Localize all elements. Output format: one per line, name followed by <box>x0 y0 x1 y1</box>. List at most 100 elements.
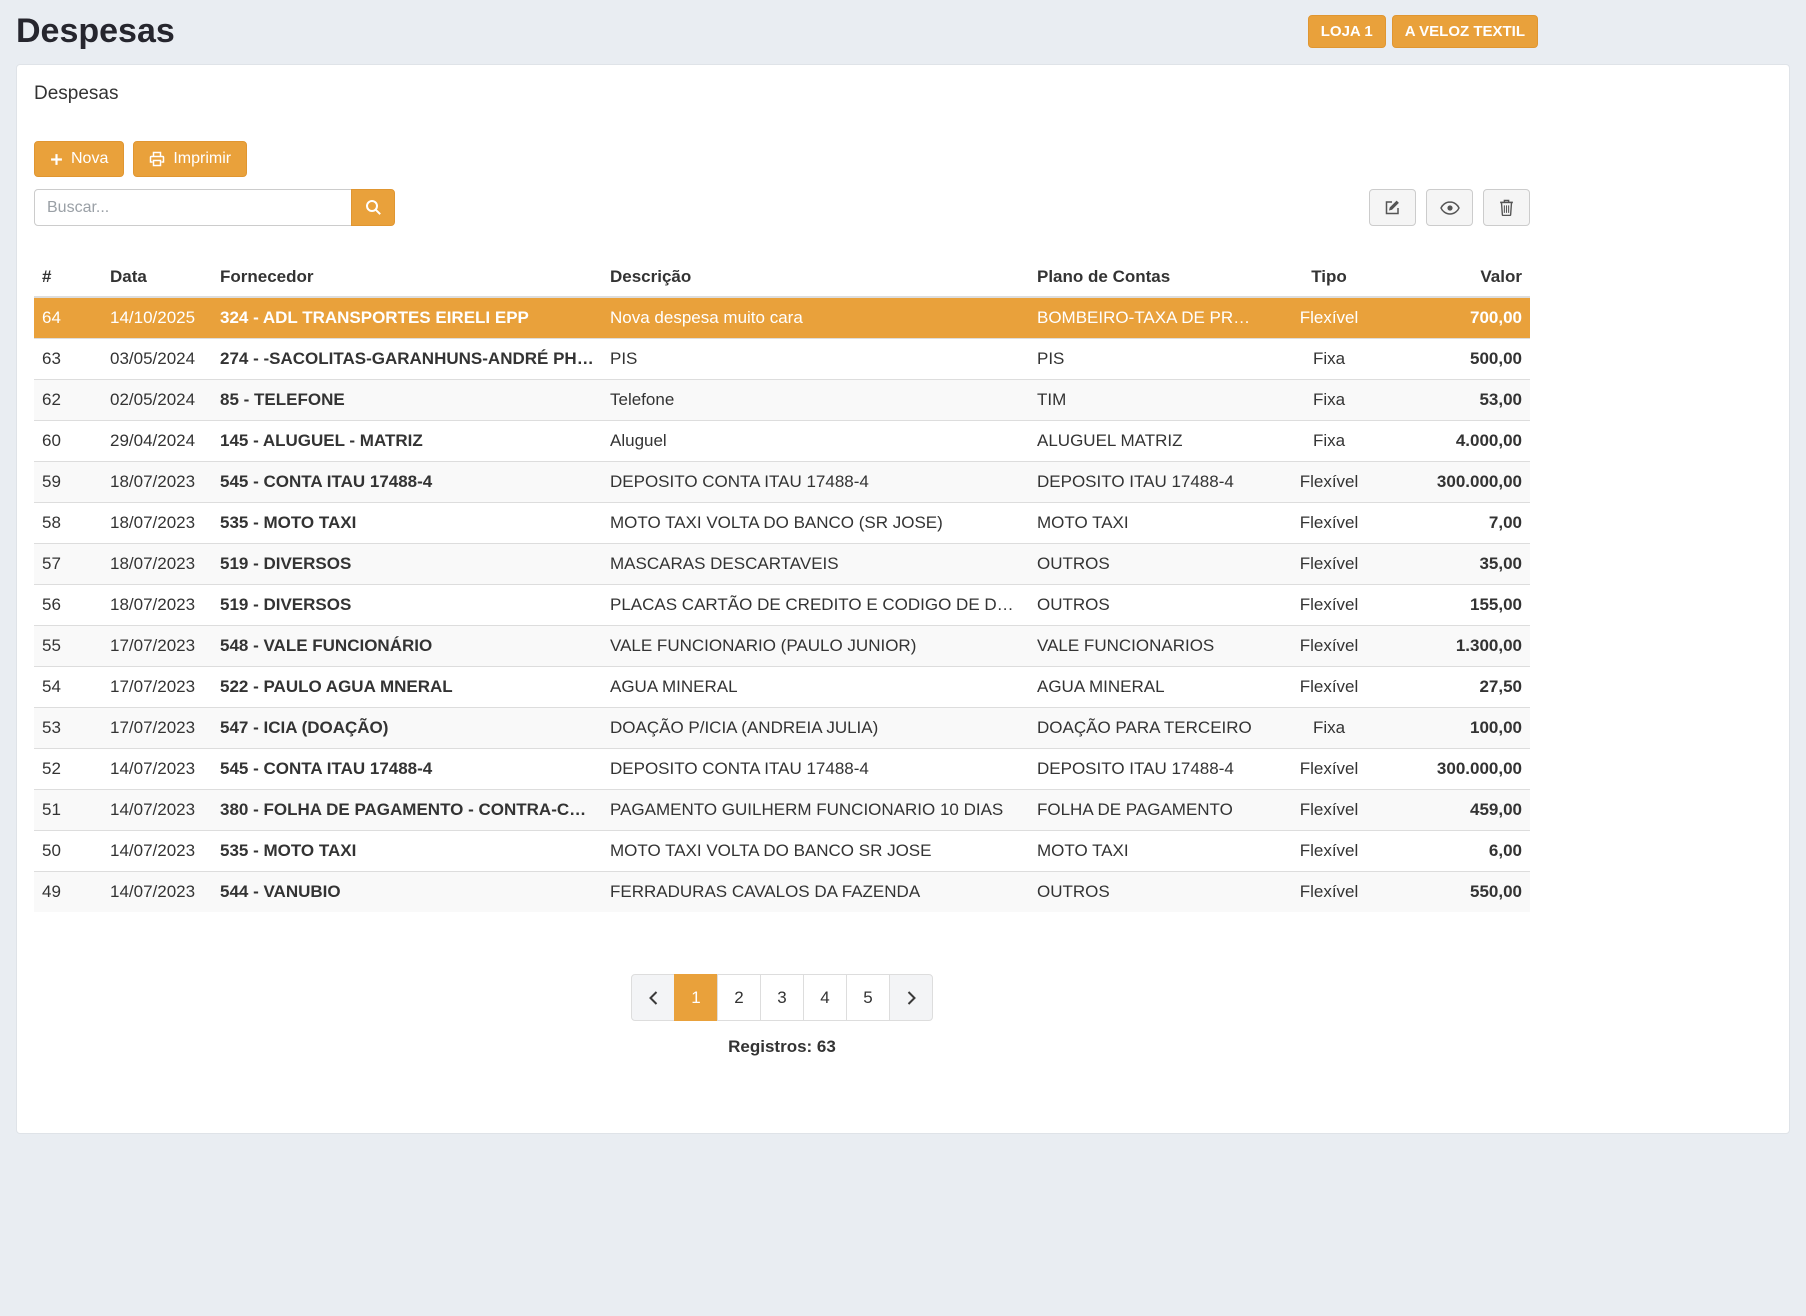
cell-id: 53 <box>34 708 102 749</box>
cell-descricao: DEPOSITO CONTA ITAU 17488-4 <box>602 462 1029 503</box>
cell-tipo: Flexível <box>1269 626 1389 667</box>
cell-fornecedor: 545 - CONTA ITAU 17488-4 <box>212 462 602 503</box>
table-row[interactable]: 54 17/07/2023 522 - PAULO AGUA MNERAL AG… <box>34 667 1530 708</box>
card-title: Despesas <box>34 83 1772 105</box>
table-row[interactable]: 56 18/07/2023 519 - DIVERSOS PLACAS CART… <box>34 585 1530 626</box>
cell-valor: 35,00 <box>1389 544 1530 585</box>
cell-fornecedor: 145 - ALUGUEL - MATRIZ <box>212 421 602 462</box>
table-body: 64 14/10/2025 324 - ADL TRANSPORTES EIRE… <box>34 297 1530 912</box>
store-button-loja1[interactable]: LOJA 1 <box>1308 15 1386 48</box>
pagination-page-3[interactable]: 3 <box>760 974 804 1021</box>
cell-plano: VALE FUNCIONARIOS <box>1029 626 1269 667</box>
cell-valor: 500,00 <box>1389 339 1530 380</box>
cell-data: 14/07/2023 <box>102 831 212 872</box>
pagination-page-2[interactable]: 2 <box>717 974 761 1021</box>
cell-descricao: AGUA MINERAL <box>602 667 1029 708</box>
table-row[interactable]: 52 14/07/2023 545 - CONTA ITAU 17488-4 D… <box>34 749 1530 790</box>
cell-id: 63 <box>34 339 102 380</box>
table-row[interactable]: 60 29/04/2024 145 - ALUGUEL - MATRIZ Alu… <box>34 421 1530 462</box>
cell-descricao: Aluguel <box>602 421 1029 462</box>
nova-button-label: Nova <box>71 150 108 168</box>
cell-data: 14/07/2023 <box>102 872 212 913</box>
cell-fornecedor: 380 - FOLHA DE PAGAMENTO - CONTRA-CH… <box>212 790 602 831</box>
cell-plano: FOLHA DE PAGAMENTO <box>1029 790 1269 831</box>
cell-id: 54 <box>34 667 102 708</box>
table-row[interactable]: 49 14/07/2023 544 - VANUBIO FERRADURAS C… <box>34 872 1530 913</box>
store-buttons: LOJA 1 A VELOZ TEXTIL <box>1308 15 1538 48</box>
despesas-card: Despesas Nova Imprimir <box>16 64 1790 1134</box>
cell-data: 03/05/2024 <box>102 339 212 380</box>
table-row[interactable]: 62 02/05/2024 85 - TELEFONE Telefone TIM… <box>34 380 1530 421</box>
pagination-prev-button[interactable] <box>631 974 675 1021</box>
cell-valor: 300.000,00 <box>1389 462 1530 503</box>
table-row[interactable]: 59 18/07/2023 545 - CONTA ITAU 17488-4 D… <box>34 462 1530 503</box>
search-row <box>34 189 1530 226</box>
top-header: Despesas LOJA 1 A VELOZ TEXTIL <box>16 12 1538 51</box>
table-row[interactable]: 58 18/07/2023 535 - MOTO TAXI MOTO TAXI … <box>34 503 1530 544</box>
cell-fornecedor: 535 - MOTO TAXI <box>212 831 602 872</box>
cell-valor: 7,00 <box>1389 503 1530 544</box>
cell-valor: 4.000,00 <box>1389 421 1530 462</box>
table-row[interactable]: 50 14/07/2023 535 - MOTO TAXI MOTO TAXI … <box>34 831 1530 872</box>
cell-data: 14/07/2023 <box>102 790 212 831</box>
store-button-a-veloz-textil[interactable]: A VELOZ TEXTIL <box>1392 15 1538 48</box>
cell-descricao: PLACAS CARTÃO DE CREDITO E CODIGO DE DEF… <box>602 585 1029 626</box>
cell-id: 51 <box>34 790 102 831</box>
table-row[interactable]: 57 18/07/2023 519 - DIVERSOS MASCARAS DE… <box>34 544 1530 585</box>
search-button[interactable] <box>351 189 395 226</box>
table-row[interactable]: 63 03/05/2024 274 - -SACOLITAS-GARANHUNS… <box>34 339 1530 380</box>
cell-valor: 155,00 <box>1389 585 1530 626</box>
cell-id: 60 <box>34 421 102 462</box>
registros-count: Registros: 63 <box>34 1037 1530 1057</box>
cell-id: 62 <box>34 380 102 421</box>
cell-plano: MOTO TAXI <box>1029 831 1269 872</box>
cell-id: 56 <box>34 585 102 626</box>
cell-plano: AGUA MINERAL <box>1029 667 1269 708</box>
cell-data: 02/05/2024 <box>102 380 212 421</box>
column-header-fornecedor: Fornecedor <box>212 258 602 297</box>
table-header: # Data Fornecedor Descrição Plano de Con… <box>34 258 1530 297</box>
column-header-tipo: Tipo <box>1269 258 1389 297</box>
eye-icon <box>1440 201 1460 215</box>
cell-tipo: Fixa <box>1269 708 1389 749</box>
imprimir-button[interactable]: Imprimir <box>133 141 247 177</box>
cell-tipo: Flexível <box>1269 585 1389 626</box>
cell-descricao: MOTO TAXI VOLTA DO BANCO SR JOSE <box>602 831 1029 872</box>
table-row[interactable]: 53 17/07/2023 547 - ICIA (DOAÇÃO) DOAÇÃO… <box>34 708 1530 749</box>
cell-fornecedor: 548 - VALE FUNCIONÁRIO <box>212 626 602 667</box>
cell-tipo: Flexível <box>1269 872 1389 913</box>
imprimir-button-label: Imprimir <box>173 150 231 168</box>
table-row[interactable]: 64 14/10/2025 324 - ADL TRANSPORTES EIRE… <box>34 297 1530 339</box>
cell-fornecedor: 522 - PAULO AGUA MNERAL <box>212 667 602 708</box>
cell-id: 52 <box>34 749 102 790</box>
view-button[interactable] <box>1426 189 1473 226</box>
cell-data: 17/07/2023 <box>102 708 212 749</box>
cell-fornecedor: 545 - CONTA ITAU 17488-4 <box>212 749 602 790</box>
cell-data: 18/07/2023 <box>102 585 212 626</box>
cell-id: 59 <box>34 462 102 503</box>
delete-button[interactable] <box>1483 189 1530 226</box>
pagination-page-4[interactable]: 4 <box>803 974 847 1021</box>
table-row[interactable]: 51 14/07/2023 380 - FOLHA DE PAGAMENTO -… <box>34 790 1530 831</box>
search-input[interactable] <box>34 189 352 226</box>
cell-plano: PIS <box>1029 339 1269 380</box>
cell-descricao: Nova despesa muito cara <box>602 297 1029 339</box>
cell-descricao: FERRADURAS CAVALOS DA FAZENDA <box>602 872 1029 913</box>
cell-tipo: Fixa <box>1269 339 1389 380</box>
table-row[interactable]: 55 17/07/2023 548 - VALE FUNCIONÁRIO VAL… <box>34 626 1530 667</box>
chevron-left-icon <box>648 990 659 1006</box>
cell-plano: DEPOSITO ITAU 17488-4 <box>1029 462 1269 503</box>
cell-data: 18/07/2023 <box>102 462 212 503</box>
pagination-page-5[interactable]: 5 <box>846 974 890 1021</box>
cell-fornecedor: 547 - ICIA (DOAÇÃO) <box>212 708 602 749</box>
cell-valor: 53,00 <box>1389 380 1530 421</box>
nova-button[interactable]: Nova <box>34 141 124 177</box>
edit-button[interactable] <box>1369 189 1416 226</box>
cell-valor: 1.300,00 <box>1389 626 1530 667</box>
pagination-next-button[interactable] <box>889 974 933 1021</box>
pagination-page-1[interactable]: 1 <box>674 974 718 1021</box>
column-header-valor: Valor <box>1389 258 1530 297</box>
cell-id: 57 <box>34 544 102 585</box>
toolbar: Nova Imprimir <box>34 141 1772 177</box>
pagination-wrap: 12345 <box>34 974 1530 1021</box>
